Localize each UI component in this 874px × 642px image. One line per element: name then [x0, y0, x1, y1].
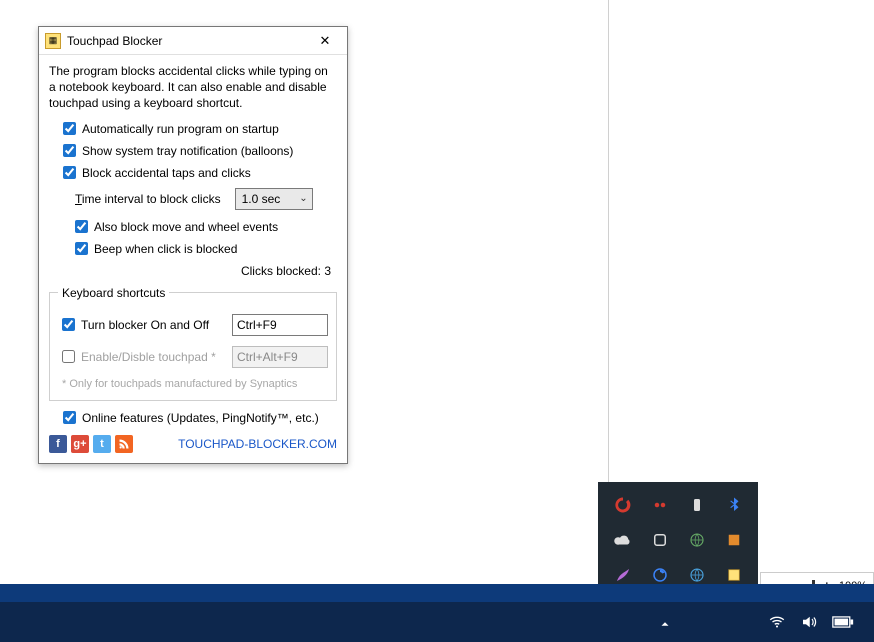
googleplus-icon[interactable]: g+ [71, 435, 89, 453]
dialog-footer: f g+ t TOUCHPAD-BLOCKER.COM [49, 435, 337, 453]
chevron-down-icon: ⌄ [299, 193, 307, 204]
tray-item-2[interactable] [643, 490, 676, 521]
option-balloons[interactable]: Show system tray notification (balloons) [63, 144, 337, 158]
close-icon[interactable]: ✕ [309, 31, 341, 51]
facebook-icon[interactable]: f [49, 435, 67, 453]
speaker-icon[interactable] [800, 613, 818, 636]
enable-touchpad-checkbox[interactable] [62, 350, 75, 363]
window-title: Touchpad Blocker [67, 34, 162, 48]
balloons-label: Show system tray notification (balloons) [82, 144, 293, 158]
block-move-label: Also block move and wheel events [94, 220, 278, 234]
time-interval-select[interactable]: 1.0 sec ⌄ [235, 188, 313, 210]
social-icons: f g+ t [49, 435, 133, 453]
touchpad-blocker-dialog: ▦ Touchpad Blocker ✕ The program blocks … [38, 26, 348, 464]
enable-touchpad-shortcut-input [232, 346, 328, 368]
tray-chevron-up-icon[interactable] [656, 617, 674, 634]
tray-item-3[interactable] [680, 490, 713, 521]
clicks-blocked-counter: Clicks blocked: 3 [49, 264, 331, 278]
tray-cloud-icon[interactable] [606, 525, 639, 556]
toggle-checkbox[interactable] [62, 318, 75, 331]
shortcut-enable-touchpad-row: Enable/Disble touchpad * [62, 346, 328, 368]
block-label: Block accidental taps and clicks [82, 166, 251, 180]
toggle-shortcut-input[interactable] [232, 314, 328, 336]
option-block[interactable]: Block accidental taps and clicks [63, 166, 337, 180]
shortcut-toggle-row: Turn blocker On and Off [62, 314, 328, 336]
titlebar[interactable]: ▦ Touchpad Blocker ✕ [39, 27, 347, 55]
rss-icon[interactable] [115, 435, 133, 453]
online-features-label: Online features (Updates, PingNotify™, e… [82, 411, 319, 425]
taskbar-accent-strip [0, 584, 874, 602]
block-move-checkbox[interactable] [75, 220, 88, 233]
toggle-label: Turn blocker On and Off [81, 318, 209, 332]
taskbar[interactable] [0, 602, 874, 642]
time-label: Time interval to block clicks [75, 192, 221, 206]
beep-label: Beep when click is blocked [94, 242, 237, 256]
time-interval-value: 1.0 sec [242, 192, 281, 206]
tray-bluetooth-icon[interactable] [717, 490, 750, 521]
autorun-checkbox[interactable] [63, 122, 76, 135]
time-interval-row: Time interval to block clicks 1.0 sec ⌄ [75, 188, 337, 210]
system-tray-popup [598, 482, 758, 598]
shortcuts-legend: Keyboard shortcuts [58, 286, 169, 300]
keyboard-shortcuts-group: Keyboard shortcuts Turn blocker On and O… [49, 286, 337, 401]
website-link[interactable]: TOUCHPAD-BLOCKER.COM [178, 437, 337, 451]
option-block-move[interactable]: Also block move and wheel events [75, 220, 337, 234]
synaptics-footnote: * Only for touchpads manufactured by Syn… [62, 378, 328, 390]
option-online-features[interactable]: Online features (Updates, PingNotify™, e… [63, 411, 337, 425]
block-checkbox[interactable] [63, 166, 76, 179]
tray-item-8[interactable] [717, 525, 750, 556]
description-text: The program blocks accidental clicks whi… [49, 63, 337, 112]
app-icon: ▦ [45, 33, 61, 49]
option-autorun[interactable]: Automatically run program on startup [63, 122, 337, 136]
twitter-icon[interactable]: t [93, 435, 111, 453]
tray-item-6[interactable] [643, 525, 676, 556]
wifi-icon[interactable] [768, 613, 786, 636]
beep-checkbox[interactable] [75, 242, 88, 255]
autorun-label: Automatically run program on startup [82, 122, 279, 136]
option-beep[interactable]: Beep when click is blocked [75, 242, 337, 256]
tray-item-1[interactable] [606, 490, 639, 521]
balloons-checkbox[interactable] [63, 144, 76, 157]
system-icons [768, 613, 854, 636]
enable-touchpad-label: Enable/Disble touchpad * [81, 350, 216, 364]
online-features-checkbox[interactable] [63, 411, 76, 424]
tray-globe-icon[interactable] [680, 525, 713, 556]
battery-icon[interactable] [832, 615, 854, 634]
